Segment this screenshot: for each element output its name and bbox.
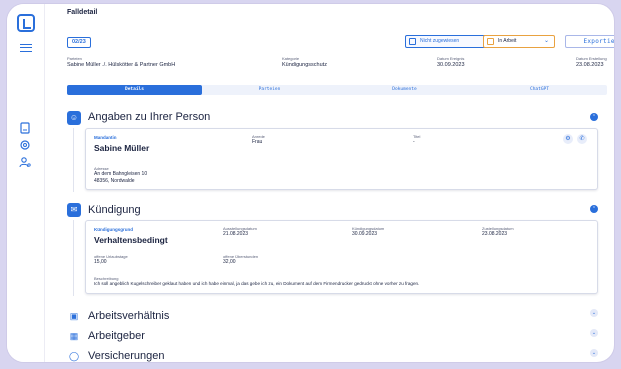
export-button[interactable]: Exportieren — [565, 35, 614, 48]
overtime-value: 32,00 — [223, 259, 236, 265]
phone-icon[interactable]: ✆ — [577, 134, 587, 144]
client-name: Sabine Müller — [94, 143, 150, 153]
user-settings-icon[interactable] — [19, 156, 31, 168]
person-section-title: Angaben zu Ihrer Person — [88, 111, 211, 123]
employment-section-title[interactable]: Arbeitsverhältnis — [88, 310, 169, 322]
parties-value: Sabine Müller ./. Hülskötter & Partner G… — [67, 62, 176, 68]
salutation-value: Frau — [252, 139, 263, 145]
termination-card: Kündigungsgrund Verhaltensbedingt Ausste… — [85, 220, 598, 294]
event-date-label: Datum Ereignis — [437, 56, 465, 61]
expand-insurance-button[interactable]: ⌄ — [590, 349, 598, 357]
address-line2: 48356, Nordwalde — [94, 178, 135, 184]
status-icon — [487, 38, 494, 45]
assignee-select-value: Nicht zugewiesen — [420, 38, 460, 44]
employer-section-title[interactable]: Arbeitgeber — [88, 330, 145, 342]
tab-parteien[interactable]: Parteien — [202, 85, 337, 95]
tab-details[interactable]: Details — [67, 85, 202, 95]
page-title: Falldetail — [67, 9, 98, 16]
insurance-section-title[interactable]: Versicherungen — [88, 350, 164, 362]
person-card: Mandantin Sabine Müller Anrede Frau Tite… — [85, 128, 598, 190]
settings-icon[interactable] — [19, 139, 31, 151]
client-label: Mandantin — [94, 135, 117, 140]
tab-dokumente[interactable]: Dokumente — [337, 85, 472, 95]
chevron-down-icon: ⌄ — [543, 38, 549, 44]
assign-icon — [409, 38, 416, 45]
tab-bar: Details Parteien Dokumente ChatGPT — [67, 85, 607, 95]
reason-label: Kündigungsgrund — [94, 227, 133, 232]
envelope-icon: ✉ — [67, 203, 81, 217]
app-window: Falldetail 02/23 Nicht zugewiesen ⌄ In A… — [6, 3, 615, 363]
app-logo[interactable] — [17, 14, 35, 32]
expand-employment-button[interactable]: ⌄ — [590, 309, 598, 317]
person-section-icon: ☺ — [67, 111, 81, 125]
category-label: Kategorie — [282, 56, 300, 61]
termination-date-value: 30.09.2023 — [352, 231, 378, 237]
vacation-value: 15,00 — [94, 259, 107, 265]
sidebar — [7, 4, 45, 362]
case-number-badge: 02/23 — [67, 37, 91, 48]
issued-date-value: 21.08.2023 — [223, 231, 249, 237]
tab-chatgpt[interactable]: ChatGPT — [472, 85, 607, 95]
status-select[interactable]: In Arbeit ⌄ — [483, 35, 555, 48]
section-divider — [73, 220, 74, 296]
collapse-termination-button[interactable]: ⌃ — [590, 205, 598, 213]
section-divider — [73, 128, 74, 192]
employer-icon: ▦ — [69, 331, 79, 341]
building-icon: ▣ — [69, 311, 79, 321]
termination-section-title: Kündigung — [88, 204, 141, 216]
main-content: Falldetail 02/23 Nicht zugewiesen ⌄ In A… — [57, 4, 614, 362]
category-value: Kündigungsschutz — [282, 62, 327, 68]
expand-employer-button[interactable]: ⌄ — [590, 329, 598, 337]
created-date-value: 23.08.2023 — [576, 62, 604, 68]
reason-value: Verhaltensbedingt — [94, 235, 168, 245]
title-value: - — [413, 139, 415, 145]
delivery-date-value: 23.08.2023 — [482, 231, 508, 237]
hamburger-menu-icon[interactable] — [20, 44, 32, 52]
created-date-label: Datum Erstellung — [576, 56, 607, 61]
description-value: Ich soll angeblich Kugelschreiber geklau… — [94, 281, 420, 286]
document-icon[interactable] — [19, 122, 31, 134]
address-line1: An dem Bahngleisen 10 — [94, 171, 148, 177]
status-select-value: In Arbeit — [498, 38, 517, 44]
parties-label: Parteien — [67, 56, 82, 61]
shield-icon: ◯ — [68, 351, 80, 361]
event-date-value: 30.09.2023 — [437, 62, 465, 68]
settings-icon[interactable]: ⚙ — [563, 134, 573, 144]
collapse-person-button[interactable]: ⌃ — [590, 113, 598, 121]
